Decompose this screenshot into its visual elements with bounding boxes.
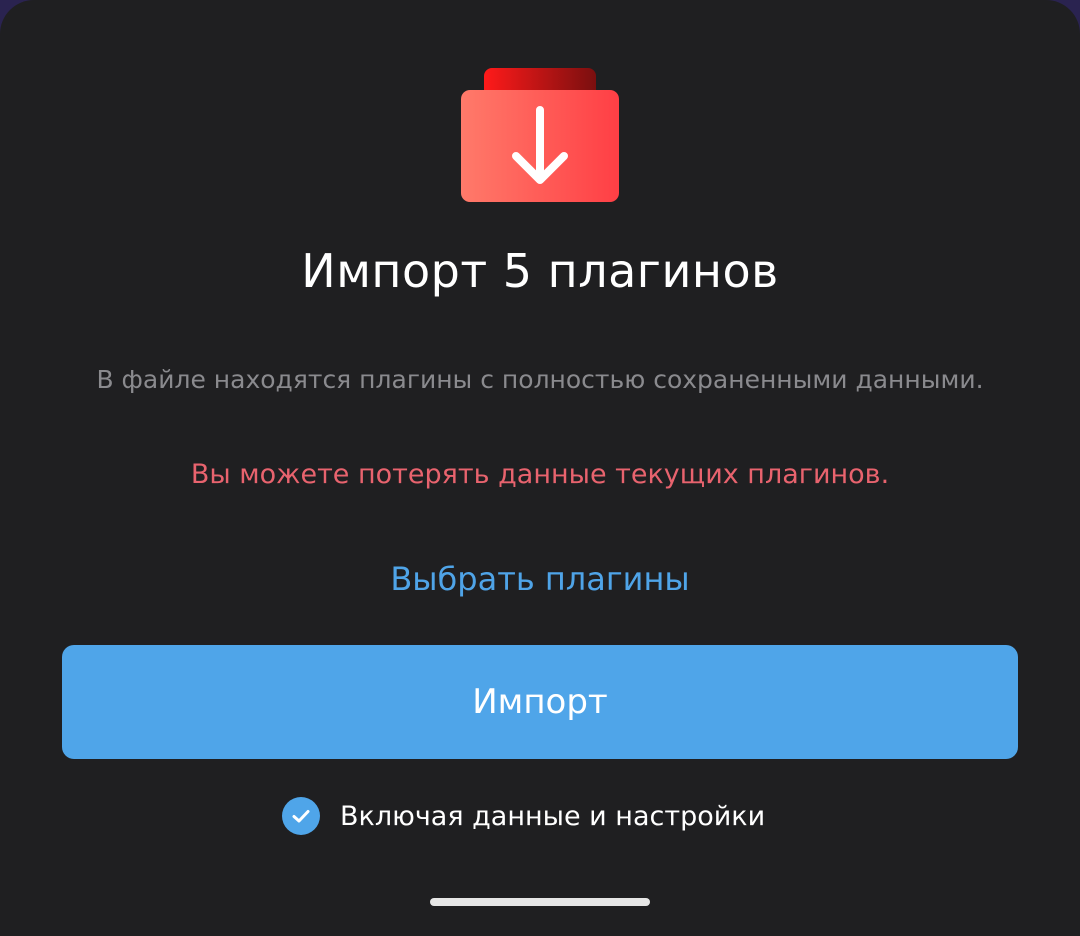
import-dialog-sheet: Импорт 5 плагинов В файле находятся плаг… (0, 0, 1080, 936)
include-data-label: Включая данные и настройки (340, 800, 766, 832)
data-loss-warning: Вы можете потерять данные текущих плагин… (190, 459, 890, 490)
import-folder-download-icon (460, 66, 620, 206)
dialog-description: В файле находятся плагины с полностью со… (96, 365, 984, 394)
include-data-checkbox[interactable]: Включая данные и настройки (282, 796, 765, 836)
select-plugins-link[interactable]: Выбрать плагины (0, 560, 1080, 598)
home-indicator[interactable] (430, 898, 650, 906)
checkmark-icon (282, 797, 320, 835)
dialog-title: Импорт 5 плагинов (301, 244, 779, 298)
import-button[interactable]: Импорт (62, 645, 1018, 759)
